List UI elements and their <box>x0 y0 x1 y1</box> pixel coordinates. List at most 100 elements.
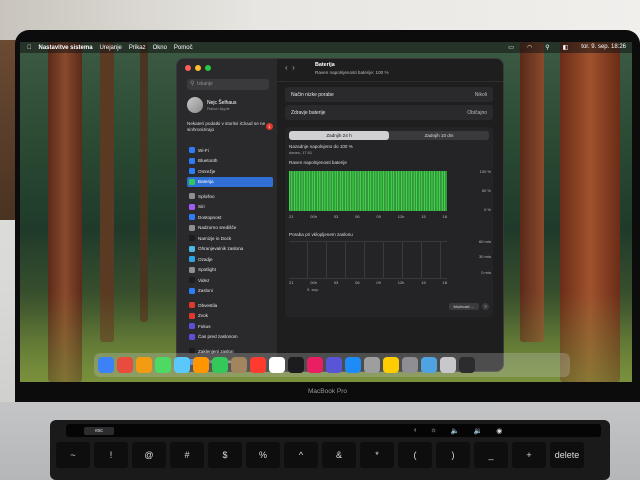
mute-icon[interactable]: 🔈 <box>451 427 460 435</box>
battery-health-row[interactable]: Zdravje baterije Običajno <box>285 105 493 120</box>
apple-icon[interactable]:  <box>27 45 32 51</box>
tab-10d[interactable]: Zadnjih 10 dni <box>389 131 489 140</box>
time-tick: 06 <box>355 280 360 285</box>
sidebar-item[interactable]: Baterija <box>187 176 273 187</box>
sidebar-item-icon <box>189 266 195 273</box>
options-button[interactable]: Možnosti ... <box>448 303 479 310</box>
battery-level-bar <box>340 171 342 211</box>
battery-icon[interactable]: ▭ <box>508 44 514 51</box>
sidebar-item[interactable]: Spotlight <box>187 265 273 276</box>
dock-app-icon[interactable] <box>98 357 114 373</box>
dock-app-icon[interactable] <box>212 357 228 373</box>
dock-app-icon[interactable] <box>269 357 285 373</box>
wifi-icon[interactable]: ◠ <box>527 44 532 51</box>
icloud-notice[interactable]: Nekateri podatki v storitvi iCloud se ne… <box>187 121 273 132</box>
dock-app-icon[interactable] <box>345 357 361 373</box>
keyboard-key[interactable]: ( <box>398 442 432 468</box>
sidebar-item[interactable]: Videz <box>187 275 273 286</box>
sidebar-item-label: Obvestila <box>198 302 218 308</box>
sidebar-item[interactable]: Ohranjevalnik zaslona <box>187 244 273 255</box>
siri-icon[interactable]: ◉ <box>496 427 502 435</box>
sidebar-item[interactable]: Zvok <box>187 311 273 322</box>
sidebar-item[interactable]: Splošno <box>187 191 273 202</box>
volume-icon[interactable]: 🔉 <box>473 427 482 435</box>
battery-level-bar <box>412 171 414 211</box>
brightness-icon[interactable]: ☼ <box>430 427 436 434</box>
battery-level-bar <box>409 171 411 211</box>
minimize-button[interactable] <box>195 65 201 71</box>
keyboard-key[interactable]: _ <box>474 442 508 468</box>
system-settings-window: ⚲ Iskanje Nejc Šelhaus Račun Apple Nekat… <box>176 58 504 372</box>
page-subtitle: Raven napolnjenosti baterije: 100 % <box>315 70 389 75</box>
menu-item[interactable]: Prikaz <box>129 45 146 51</box>
dock-app-icon[interactable] <box>288 357 304 373</box>
sidebar-item[interactable]: Siri <box>187 202 273 213</box>
low-power-value[interactable]: Nikoli <box>475 92 487 98</box>
dock-app-icon[interactable] <box>440 357 456 373</box>
period-segmented-control[interactable]: Zadnjih 24 h Zadnjih 10 dni <box>289 131 489 140</box>
dock-app-icon[interactable] <box>421 357 437 373</box>
keyboard-key[interactable]: ! <box>94 442 128 468</box>
dock-app-icon[interactable] <box>136 357 152 373</box>
dock-app-icon[interactable] <box>250 357 266 373</box>
sidebar-item[interactable]: Dostopnost <box>187 212 273 223</box>
sidebar-item[interactable]: Fokus <box>187 321 273 332</box>
battery-level-bar <box>300 171 302 211</box>
keyboard-key[interactable]: # <box>170 442 204 468</box>
dock-app-icon[interactable] <box>193 357 209 373</box>
menu-item[interactable]: Urejanje <box>100 45 122 51</box>
sidebar-item[interactable]: Omrežje <box>187 166 273 177</box>
dock-app-icon[interactable] <box>459 357 475 373</box>
keyboard-key[interactable]: ) <box>436 442 470 468</box>
sidebar-item[interactable]: Nadzorno središče <box>187 223 273 234</box>
sidebar-item-icon <box>189 277 195 284</box>
dock-app-icon[interactable] <box>383 357 399 373</box>
apple-account[interactable]: Nejc Šelhaus Račun Apple <box>187 97 236 113</box>
zoom-button[interactable] <box>205 65 211 71</box>
dock-app-icon[interactable] <box>326 357 342 373</box>
dock-app-icon[interactable] <box>307 357 323 373</box>
search-icon[interactable]: ⚲ <box>545 44 549 51</box>
dock-app-icon[interactable] <box>231 357 247 373</box>
keyboard-key[interactable]: & <box>322 442 356 468</box>
sidebar-item[interactable]: Wi-Fi <box>187 145 273 156</box>
dock-app-icon[interactable] <box>117 357 133 373</box>
sidebar-item[interactable]: Obvestila <box>187 300 273 311</box>
nav-arrows[interactable]: ‹ › <box>285 63 295 72</box>
sidebar-item[interactable]: Zasloni <box>187 286 273 297</box>
sidebar-item-label: Siri <box>198 204 205 210</box>
dock-app-icon[interactable] <box>155 357 171 373</box>
sidebar-item[interactable]: Ozadje <box>187 254 273 265</box>
last-charged-time: danes, 17:51 <box>289 150 313 155</box>
time-tick: 21 <box>289 280 294 285</box>
dock-app-icon[interactable] <box>364 357 380 373</box>
sidebar-item[interactable]: Bluetooth <box>187 156 273 167</box>
keyboard-key[interactable]: @ <box>132 442 166 468</box>
search-input[interactable]: ⚲ Iskanje <box>187 79 269 90</box>
battery-level-bar <box>292 171 294 211</box>
tab-24h[interactable]: Zadnjih 24 h <box>289 131 389 140</box>
help-button[interactable]: ? <box>482 303 489 310</box>
keyboard-key[interactable]: + <box>512 442 546 468</box>
keyboard-key[interactable]: delete <box>550 442 584 468</box>
sidebar-item-icon <box>189 235 195 242</box>
dock-app-icon[interactable] <box>402 357 418 373</box>
keyboard-key[interactable]: $ <box>208 442 242 468</box>
keyboard-key[interactable]: * <box>360 442 394 468</box>
menu-item[interactable]: Nastavitve sistema <box>39 45 93 51</box>
chevron-left-icon[interactable]: ‹ <box>414 427 416 434</box>
keyboard-key[interactable]: ^ <box>284 442 318 468</box>
menu-item[interactable]: Okno <box>153 45 167 51</box>
menu-clock[interactable]: tor. 9. sep. 18:26 <box>581 44 626 51</box>
sidebar-item[interactable]: Namizje in Dock <box>187 233 273 244</box>
keyboard-key[interactable]: ~ <box>56 442 90 468</box>
sidebar-item[interactable]: Čas pred zaslonom <box>187 332 273 343</box>
dock-app-icon[interactable] <box>174 357 190 373</box>
esc-key[interactable]: esc <box>84 427 114 435</box>
sidebar-item-label: Čas pred zaslonom <box>198 334 238 340</box>
low-power-row[interactable]: Način nizke porabe Nikoli <box>285 87 493 102</box>
control-center-icon[interactable]: ◧ <box>563 44 569 51</box>
keyboard-key[interactable]: % <box>246 442 280 468</box>
close-button[interactable] <box>185 65 191 71</box>
menu-item[interactable]: Pomoč <box>174 45 193 51</box>
